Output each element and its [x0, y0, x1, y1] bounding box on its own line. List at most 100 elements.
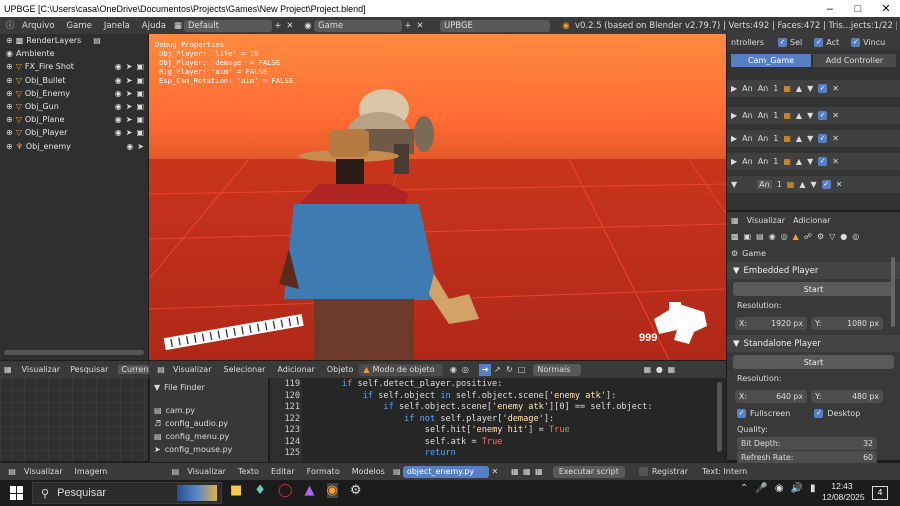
battery-icon[interactable]: ▮ [810, 483, 816, 494]
eye-icon[interactable]: ◉ [115, 115, 122, 124]
line-numbers-icon[interactable]: ▦ [509, 466, 521, 478]
active-checkbox[interactable]: ✓ [821, 180, 831, 189]
move-down-icon[interactable]: ▼ [811, 180, 817, 189]
move-down-icon[interactable]: ▼ [807, 84, 813, 93]
standalone-player-header[interactable]: ▼ Standalone Player [727, 335, 900, 352]
remove-icon[interactable]: ✕ [832, 157, 839, 166]
file-item[interactable]: ▤ config_menu.py [150, 430, 268, 443]
cursor-icon[interactable]: ➤ [126, 76, 133, 85]
move-up-icon[interactable]: ▲ [796, 157, 802, 166]
state-icon[interactable]: ▦ [783, 84, 791, 93]
expand-icon[interactable]: ⊕ [6, 102, 13, 111]
move-down-icon[interactable]: ▼ [807, 111, 813, 120]
eye-icon[interactable]: ◉ [115, 102, 122, 111]
editor-type-icon[interactable]: ▤ [155, 364, 167, 376]
outliner-item-fx-fire-shot[interactable]: ⊕ ▽ FX_Fire Shot ◉ ➤ ▣ [0, 60, 148, 73]
eye-icon[interactable]: ◉ [115, 62, 122, 71]
expand-icon[interactable]: ▶ [731, 134, 737, 143]
move-down-icon[interactable]: ▼ [807, 134, 813, 143]
eye-icon[interactable]: ◉ [115, 128, 122, 137]
camera-icon[interactable]: ▣ [136, 62, 144, 71]
app-icon[interactable]: ♦ [254, 483, 266, 498]
network-icon[interactable]: ◉ [775, 483, 784, 494]
file-item[interactable]: ♬ config_audio.py [150, 417, 268, 430]
layout-select[interactable]: Default [183, 19, 272, 32]
orientation-select[interactable]: Normais [533, 363, 582, 376]
menu-formato[interactable]: Formato [301, 467, 346, 476]
scene-icon[interactable]: ◉ [302, 20, 314, 32]
outliner-item-obj-bullet[interactable]: ⊕ ▽ Obj_Bullet ◉ ➤ ▣ [0, 74, 148, 87]
standalone-res-x-field[interactable]: X: 640 px [735, 389, 807, 403]
act-checkbox[interactable]: ✓ [814, 37, 824, 47]
run-script-button[interactable]: Executar script [552, 465, 625, 478]
app-gear-icon[interactable]: ⚙ [350, 483, 362, 498]
overlay-icon[interactable]: ▦ [665, 364, 677, 376]
cursor-icon[interactable]: ➤ [126, 128, 133, 137]
constraints-tab-icon[interactable]: ☍ [804, 232, 812, 241]
file-item[interactable]: ➤ config_mouse.py [150, 443, 268, 456]
file-item[interactable]: ▤ cam.py [150, 404, 268, 417]
file-explorer-icon[interactable]: ■ [230, 483, 242, 498]
move-down-icon[interactable]: ▼ [807, 157, 813, 166]
code-line[interactable]: self.hit['enemy hit'] = True [342, 425, 570, 435]
render-icon[interactable]: ▤ [93, 36, 101, 45]
state-icon[interactable]: ▦ [783, 111, 791, 120]
cam-game-button[interactable]: Cam_Game [731, 53, 811, 67]
camera-icon[interactable]: ▣ [136, 128, 144, 137]
microphone-icon[interactable]: 🎤 [755, 483, 767, 494]
menu-ajuda[interactable]: Ajuda [136, 21, 172, 31]
code-line[interactable]: if self.object.scene['enemy atk'][0] == … [342, 402, 652, 412]
expand-icon[interactable]: ⊕ [6, 36, 13, 45]
clock[interactable]: 12:43 12/08/2025 [822, 481, 865, 503]
remove-icon[interactable]: ✕ [832, 111, 839, 120]
expand-icon[interactable]: ▶ [731, 157, 737, 166]
state-icon[interactable]: ▦ [783, 157, 791, 166]
camera-icon[interactable]: ▣ [136, 76, 144, 85]
active-checkbox[interactable]: ✓ [818, 84, 828, 93]
menu-texto[interactable]: Texto [232, 467, 265, 476]
cursor-icon[interactable]: ➤ [126, 89, 133, 98]
fullscreen-checkbox[interactable]: ✓ [737, 408, 746, 418]
menu-objeto[interactable]: Objeto [321, 365, 360, 374]
app-purple-icon[interactable]: ▲ [305, 483, 315, 498]
controller-row[interactable]: ▶ An An 1 ▦ ▲ ▼ ✓ ✕ [727, 80, 900, 97]
remove-layout-icon[interactable]: ✕ [284, 20, 296, 32]
editor-type-icon[interactable]: ▤ [6, 466, 18, 478]
controller-row[interactable]: ▼ An 1 ▦ ▲ ▼ ✓ ✕ [727, 176, 900, 193]
close-text-icon[interactable]: ✕ [489, 466, 501, 478]
menu-janela[interactable]: Janela [98, 21, 136, 31]
menu-game[interactable]: Game [61, 21, 98, 31]
active-checkbox[interactable]: ✓ [818, 111, 828, 120]
standalone-start-button[interactable]: Start [733, 355, 894, 369]
add-layout-icon[interactable]: + [272, 20, 284, 32]
outliner-item-ambiente[interactable]: ◉ Ambiente [0, 47, 148, 60]
upbge-icon[interactable]: ◉ [326, 483, 338, 498]
move-up-icon[interactable]: ▲ [796, 84, 802, 93]
chevron-up-icon[interactable]: ⌃ [740, 483, 748, 494]
game-viewport[interactable]: Debug Properties Obj_Player: 'life' = 20… [149, 34, 726, 360]
material-tab-icon[interactable]: ● [840, 232, 847, 241]
taskbar-search[interactable]: ⚲ Pesquisar [32, 482, 222, 504]
text-scrollbar[interactable] [717, 382, 722, 452]
remove-icon[interactable]: ✕ [836, 180, 843, 189]
desktop-checkbox[interactable]: ✓ [814, 408, 824, 418]
add-scene-icon[interactable]: + [402, 20, 414, 32]
opera-icon[interactable]: ◯ [278, 483, 293, 498]
menu-imagem[interactable]: Imagem [69, 467, 114, 476]
remove-icon[interactable]: ✕ [832, 84, 839, 93]
menu-visualizar-text[interactable]: Visualizar [181, 467, 232, 476]
menu-visualizar[interactable]: Visualizar [18, 467, 69, 476]
code-line[interactable]: if not self.player['demage']: [342, 414, 554, 424]
screen-layout-icon[interactable]: ▦ [172, 20, 184, 32]
scene-select[interactable]: Game [313, 19, 402, 32]
outliner-item-obj-enemy[interactable]: ⊕ ▽ Obj_Enemy ◉ ➤ ▣ [0, 87, 148, 100]
expand-icon[interactable]: ⊕ [6, 62, 13, 71]
windows-start-icon[interactable] [10, 486, 24, 500]
notifications-button[interactable]: 4 [872, 486, 888, 500]
embedded-player-header[interactable]: ▼ Embedded Player [727, 262, 900, 279]
text-editor-icon[interactable]: ▤ [169, 466, 181, 478]
outliner-item-obj-player[interactable]: ⊕ ▽ Obj_Player ◉ ➤ ▣ [0, 126, 148, 139]
expand-icon[interactable]: ⊕ [6, 142, 13, 151]
expand-icon[interactable]: ▶ [731, 111, 737, 120]
active-checkbox[interactable]: ✓ [818, 134, 828, 143]
